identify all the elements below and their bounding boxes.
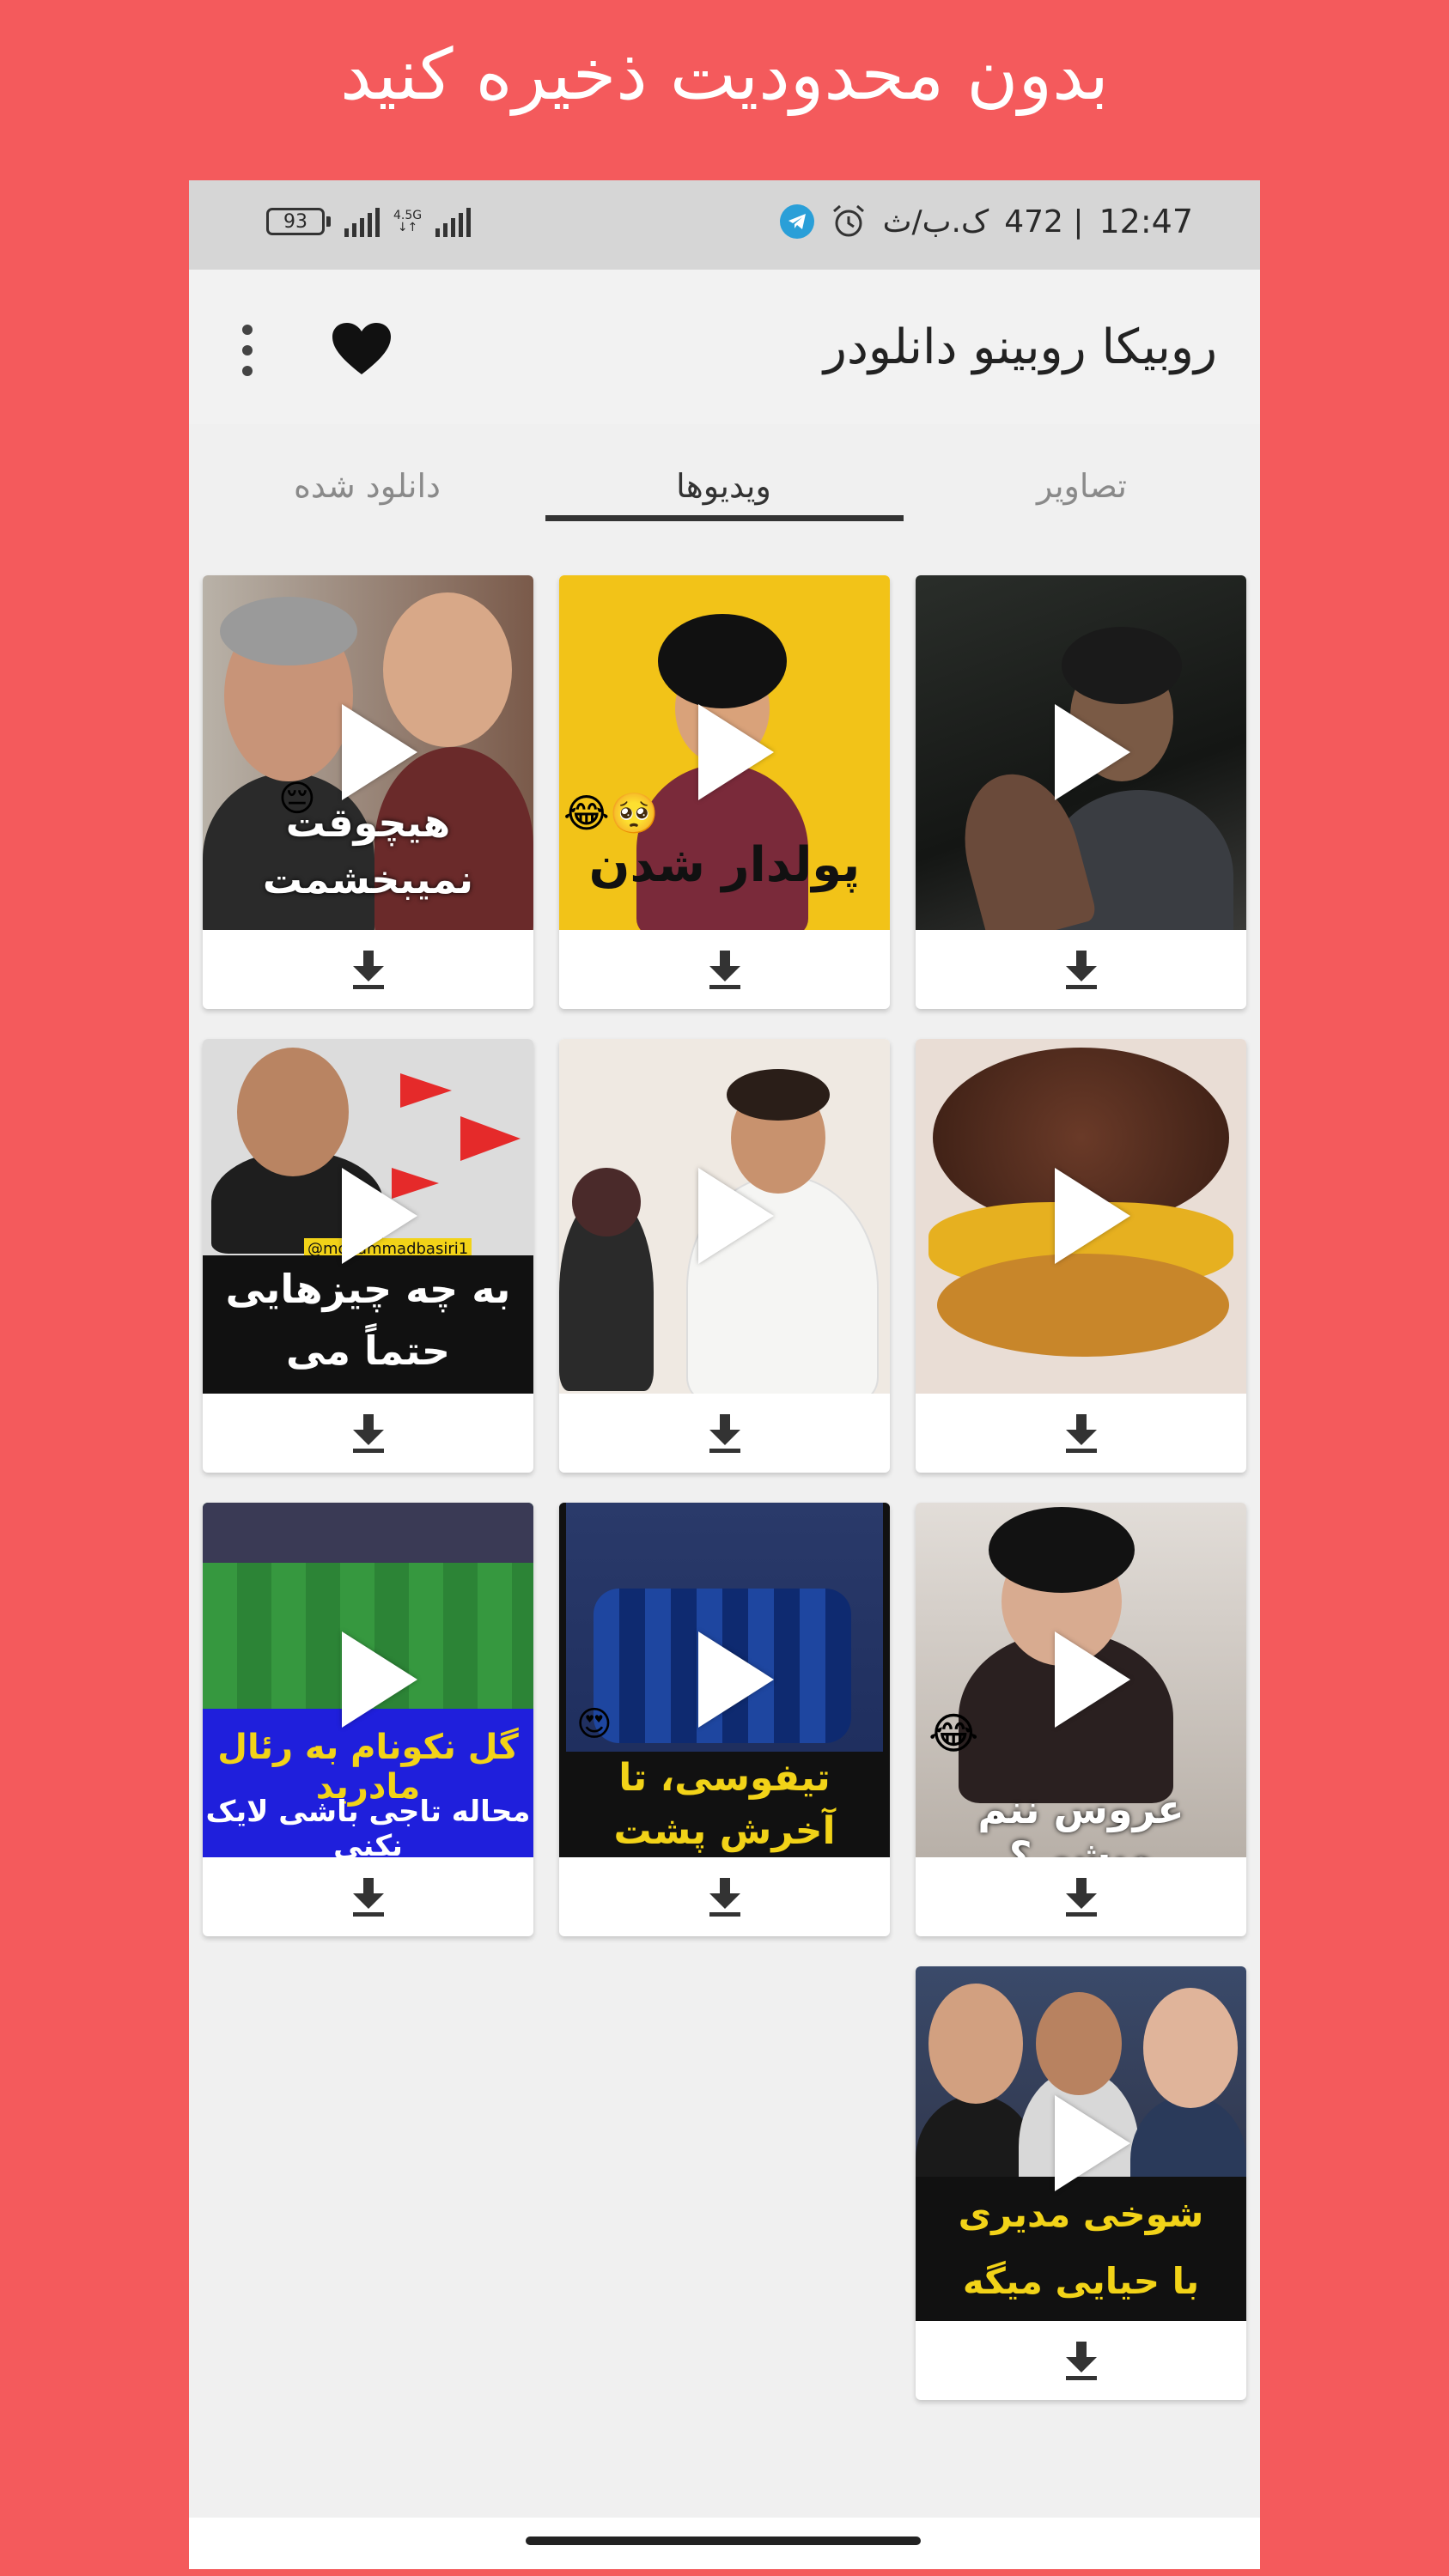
play-icon bbox=[1055, 1631, 1130, 1728]
video-thumbnail[interactable]: @mohammadbasiri1 به چه چیزهایی حتماً می … bbox=[203, 1039, 533, 1394]
download-button[interactable] bbox=[559, 1857, 890, 1936]
play-icon bbox=[342, 1168, 417, 1264]
download-icon bbox=[1065, 1414, 1097, 1453]
video-caption: به چه چیزهایی حتماً می رسی؟! bbox=[225, 1266, 511, 1394]
download-button[interactable] bbox=[203, 1394, 533, 1473]
download-button[interactable] bbox=[559, 1394, 890, 1473]
video-caption: شوخی مدیری با حیایی میگه دلم خواست bbox=[958, 2193, 1204, 2302]
video-card[interactable]: عروس ننم میشی؟ 😂 bbox=[916, 1503, 1246, 1936]
video-caption: تیفوسی، تا آخرش پشت تیمش هست! bbox=[613, 1756, 836, 1853]
download-button[interactable] bbox=[916, 2321, 1246, 2400]
download-icon bbox=[352, 1414, 384, 1453]
video-card[interactable]: پولدار شدن 😂🥺 bbox=[559, 575, 890, 1009]
play-icon bbox=[1055, 2095, 1130, 2191]
download-icon bbox=[709, 951, 740, 989]
download-icon bbox=[352, 951, 384, 989]
promo-title: بدون محدودیت ذخیره کنید bbox=[340, 34, 1109, 116]
download-icon bbox=[1065, 951, 1097, 989]
video-card[interactable]: گل نکونام به رئال مادرید محاله تاجی باشی… bbox=[203, 1503, 533, 1936]
video-thumbnail[interactable]: شوخی مدیری با حیایی میگه دلم خواست bbox=[916, 1966, 1246, 2321]
video-caption: هیچوقت نمیبخشمت bbox=[262, 799, 474, 902]
video-thumbnail[interactable] bbox=[916, 575, 1246, 930]
download-button[interactable] bbox=[559, 930, 890, 1009]
download-icon bbox=[352, 1878, 384, 1917]
video-card[interactable]: هیچوقت نمیبخشمت 😔 bbox=[203, 575, 533, 1009]
phone-screen: 93 4.5G ↓↑ ک.ب/ث 472 | 12:47 روبیکا روبی… bbox=[189, 180, 1260, 2569]
download-button[interactable] bbox=[203, 930, 533, 1009]
video-card[interactable] bbox=[916, 575, 1246, 1009]
video-caption: عروس ننم میشی؟ bbox=[977, 1786, 1184, 1857]
video-thumbnail[interactable] bbox=[916, 1039, 1246, 1394]
video-card[interactable]: @mohammadbasiri1 به چه چیزهایی حتماً می … bbox=[203, 1039, 533, 1473]
video-card[interactable]: تیفوسی، تا آخرش پشت تیمش هست! 😍 bbox=[559, 1503, 890, 1936]
video-card[interactable] bbox=[916, 1039, 1246, 1473]
video-thumbnail[interactable]: تیفوسی، تا آخرش پشت تیمش هست! 😍 bbox=[559, 1503, 890, 1857]
play-icon bbox=[1055, 1168, 1130, 1264]
video-emoji: 😂🥺 bbox=[563, 790, 660, 836]
video-emoji: 😂 bbox=[928, 1709, 979, 1759]
gesture-nav-bar bbox=[189, 2518, 1260, 2569]
play-icon bbox=[698, 1168, 774, 1264]
download-button[interactable] bbox=[916, 1857, 1246, 1936]
video-thumbnail[interactable]: هیچوقت نمیبخشمت 😔 bbox=[203, 575, 533, 930]
play-icon bbox=[342, 704, 417, 800]
video-grid: پولدار شدن 😂🥺 هیچوقت نمیبخشمت 😔 @mohamma… bbox=[189, 180, 1260, 2569]
video-emoji: 😍 bbox=[576, 1704, 612, 1744]
video-subcaption: محاله تاجی باشی لایک نکنی bbox=[205, 1795, 531, 1857]
video-thumbnail[interactable]: پولدار شدن 😂🥺 bbox=[559, 575, 890, 930]
download-icon bbox=[709, 1878, 740, 1917]
video-card[interactable] bbox=[559, 1039, 890, 1473]
play-icon bbox=[698, 1631, 774, 1728]
download-button[interactable] bbox=[916, 1394, 1246, 1473]
video-thumbnail[interactable]: عروس ننم میشی؟ 😂 bbox=[916, 1503, 1246, 1857]
video-thumbnail[interactable]: گل نکونام به رئال مادرید محاله تاجی باشی… bbox=[203, 1503, 533, 1857]
play-icon bbox=[342, 1631, 417, 1728]
download-icon bbox=[1065, 2342, 1097, 2380]
play-icon bbox=[698, 704, 774, 800]
download-icon bbox=[709, 1414, 740, 1453]
download-button[interactable] bbox=[916, 930, 1246, 1009]
video-emoji: 😔 bbox=[278, 777, 316, 819]
play-icon bbox=[1055, 704, 1130, 800]
video-card[interactable]: شوخی مدیری با حیایی میگه دلم خواست bbox=[916, 1966, 1246, 2400]
home-indicator[interactable] bbox=[526, 2537, 921, 2545]
download-button[interactable] bbox=[203, 1857, 533, 1936]
download-icon bbox=[1065, 1878, 1097, 1917]
video-caption: پولدار شدن bbox=[588, 837, 861, 893]
video-thumbnail[interactable] bbox=[559, 1039, 890, 1394]
